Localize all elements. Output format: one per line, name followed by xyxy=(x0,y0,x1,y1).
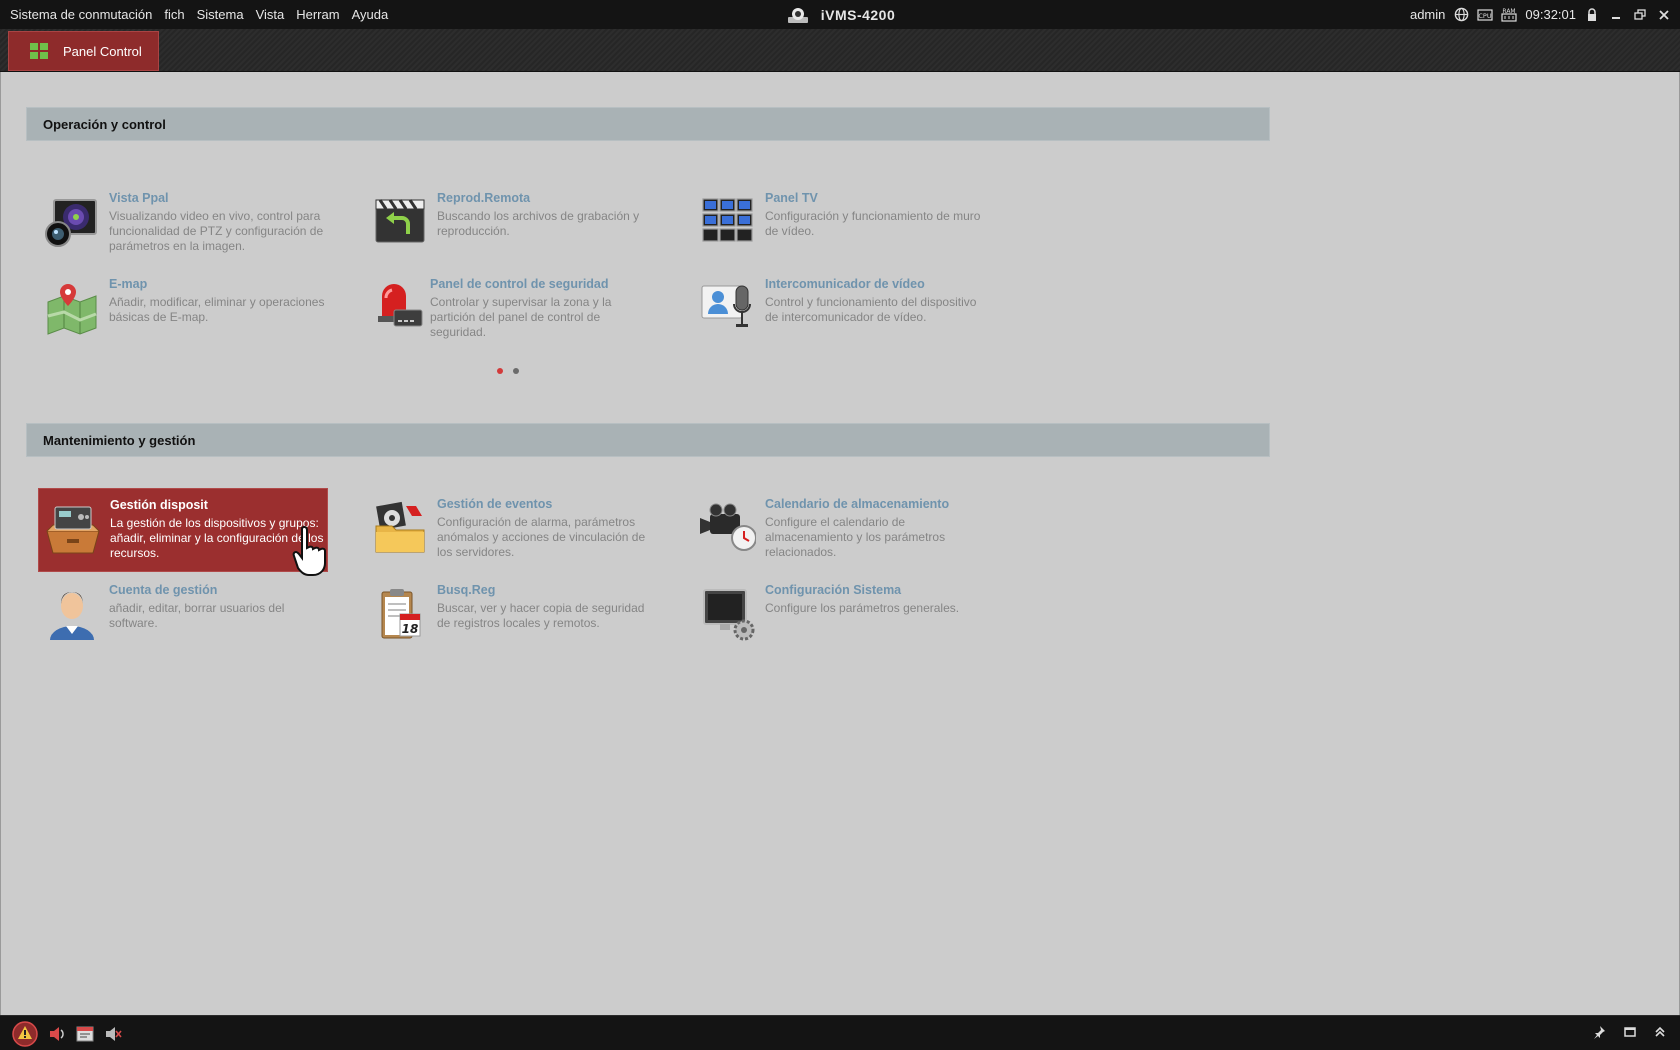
close-icon[interactable] xyxy=(1656,7,1672,23)
cpu-icon: CPU xyxy=(1477,7,1493,23)
module-title: Configuración Sistema xyxy=(765,583,902,597)
grid-icon xyxy=(30,43,48,59)
control-panel-content: Operación y control Vista Ppal Visualiza… xyxy=(0,72,1680,1015)
module-description: Configuración y funcionamiento de muro d… xyxy=(765,209,981,238)
device-management-icon xyxy=(46,506,100,554)
module-description: Controlar y supervisar la zona y la part… xyxy=(430,295,612,339)
section-header-operation: Operación y control xyxy=(26,107,1270,141)
lock-icon[interactable] xyxy=(1584,7,1600,23)
module-configuracion-sistema[interactable]: Configuración Sistema Configure los pará… xyxy=(694,574,984,658)
expand-up-icon[interactable] xyxy=(1654,1026,1666,1038)
module-description: Control y funcionamiento del dispositivo… xyxy=(765,295,977,324)
module-description: Buscar, ver y hacer copia de seguridad d… xyxy=(437,601,645,630)
pagination-dot-1[interactable] xyxy=(497,368,503,374)
event-management-icon xyxy=(375,501,425,553)
module-reprod-remota[interactable]: Reprod.Remota Buscando los archivos de g… xyxy=(366,182,656,266)
module-intercomunicador[interactable]: Intercomunicador de vídeo Control y func… xyxy=(694,268,984,352)
module-title: Cuenta de gestión xyxy=(109,583,218,597)
user-account-icon xyxy=(50,592,94,640)
menu-ayuda[interactable]: Ayuda xyxy=(346,7,395,22)
module-title: Gestión disposit xyxy=(110,498,208,512)
module-title: Gestión de eventos xyxy=(437,497,553,511)
video-intercom-icon xyxy=(701,285,751,327)
module-title: Vista Ppal xyxy=(109,191,169,205)
video-wall-icon xyxy=(702,198,753,242)
app-title: iVMS-4200 xyxy=(820,6,896,23)
status-bar-left xyxy=(12,1021,122,1047)
menu-vista[interactable]: Vista xyxy=(250,7,291,22)
app-camera-logo-icon xyxy=(787,7,808,23)
module-panel-seguridad[interactable]: Panel de control de seguridad Controlar … xyxy=(366,268,666,352)
tab-bar: Panel Control xyxy=(0,29,1680,72)
menu-sistema[interactable]: Sistema xyxy=(191,7,250,22)
alarm-siren-icon xyxy=(378,284,423,327)
ram-icon: RAM xyxy=(1501,7,1517,23)
module-title: Busq.Reg xyxy=(437,583,496,597)
menu-bar: Sistema de conmutación fich Sistema Vist… xyxy=(4,0,394,29)
module-description: Configure el calendario de almacenamient… xyxy=(765,515,946,559)
module-description: Configuración de alarma, parámetros anóm… xyxy=(437,515,646,559)
module-vista-ppal[interactable]: Vista Ppal Visualizando video en vivo, c… xyxy=(38,182,328,266)
section-header-maintenance: Mantenimiento y gestión xyxy=(26,423,1270,457)
module-cuenta-gestion[interactable]: Cuenta de gestión añadir, editar, borrar… xyxy=(38,574,328,658)
alarm-warning-icon[interactable] xyxy=(12,1021,38,1047)
remote-playback-icon xyxy=(375,199,425,243)
menu-sistema-conmutacion[interactable]: Sistema de conmutación xyxy=(4,7,158,22)
event-log-icon[interactable] xyxy=(76,1026,94,1042)
log-search-clipboard-icon: 18 xyxy=(381,589,421,639)
alarm-sound-icon[interactable] xyxy=(48,1026,66,1042)
globe-icon[interactable] xyxy=(1453,7,1469,23)
module-busq-reg[interactable]: 18 Busq.Reg Buscar, ver y hacer copia de… xyxy=(366,574,656,658)
module-title: E-map xyxy=(109,277,148,291)
pagination-dot-2[interactable] xyxy=(513,368,519,374)
module-title: Panel TV xyxy=(765,191,818,205)
module-description: Visualizando video en vivo, control para… xyxy=(109,209,324,253)
system-tray: admin CPU RAM 09:32:01 xyxy=(1410,0,1672,29)
module-title: Panel de control de seguridad xyxy=(430,277,609,291)
system-settings-monitor-icon xyxy=(703,589,755,641)
status-bar xyxy=(0,1015,1680,1050)
module-panel-tv[interactable]: Panel TV Configuración y funcionamiento … xyxy=(694,182,984,266)
pagination-dots xyxy=(497,368,519,374)
hand-cursor-icon xyxy=(292,525,326,576)
tab-panel-control[interactable]: Panel Control xyxy=(8,31,159,71)
pin-icon[interactable] xyxy=(1592,1025,1606,1039)
module-gestion-eventos[interactable]: Gestión de eventos Configuración de alar… xyxy=(366,488,656,572)
storage-schedule-icon xyxy=(700,503,756,551)
calendar-day-number: 18 xyxy=(402,622,419,636)
module-description: Buscando los archivos de grabación y rep… xyxy=(437,209,640,238)
module-title: Intercomunicador de vídeo xyxy=(765,277,925,291)
live-view-icon xyxy=(45,199,97,247)
cpu-label: CPU xyxy=(1479,12,1492,20)
module-title: Calendario de almacenamiento xyxy=(765,497,950,511)
menu-fich[interactable]: fich xyxy=(158,7,190,22)
minimize-icon[interactable] xyxy=(1608,7,1624,23)
module-title: Reprod.Remota xyxy=(437,191,531,205)
username[interactable]: admin xyxy=(1410,7,1445,22)
status-bar-right xyxy=(1592,1025,1666,1039)
module-description: Configure los parámetros generales. xyxy=(765,601,960,615)
map-pin-icon xyxy=(47,284,97,335)
module-description: añadir, editar, borrar usuarios del soft… xyxy=(109,601,285,630)
audio-mute-icon[interactable] xyxy=(104,1026,122,1042)
clock-time: 09:32:01 xyxy=(1525,7,1576,22)
module-gestion-disposit[interactable]: Gestión disposit La gestión de los dispo… xyxy=(38,488,328,572)
title-bar: Sistema de conmutación fich Sistema Vist… xyxy=(0,0,1680,29)
restore-icon[interactable] xyxy=(1632,7,1648,23)
module-description: Añadir, modificar, eliminar y operacione… xyxy=(109,295,325,324)
module-calendario-almacenamiento[interactable]: Calendario de almacenamiento Configure e… xyxy=(694,488,984,572)
tab-label: Panel Control xyxy=(63,43,142,59)
module-e-map[interactable]: E-map Añadir, modificar, eliminar y oper… xyxy=(38,268,328,352)
fullscreen-icon[interactable] xyxy=(1624,1026,1636,1038)
menu-herram[interactable]: Herram xyxy=(290,7,345,22)
